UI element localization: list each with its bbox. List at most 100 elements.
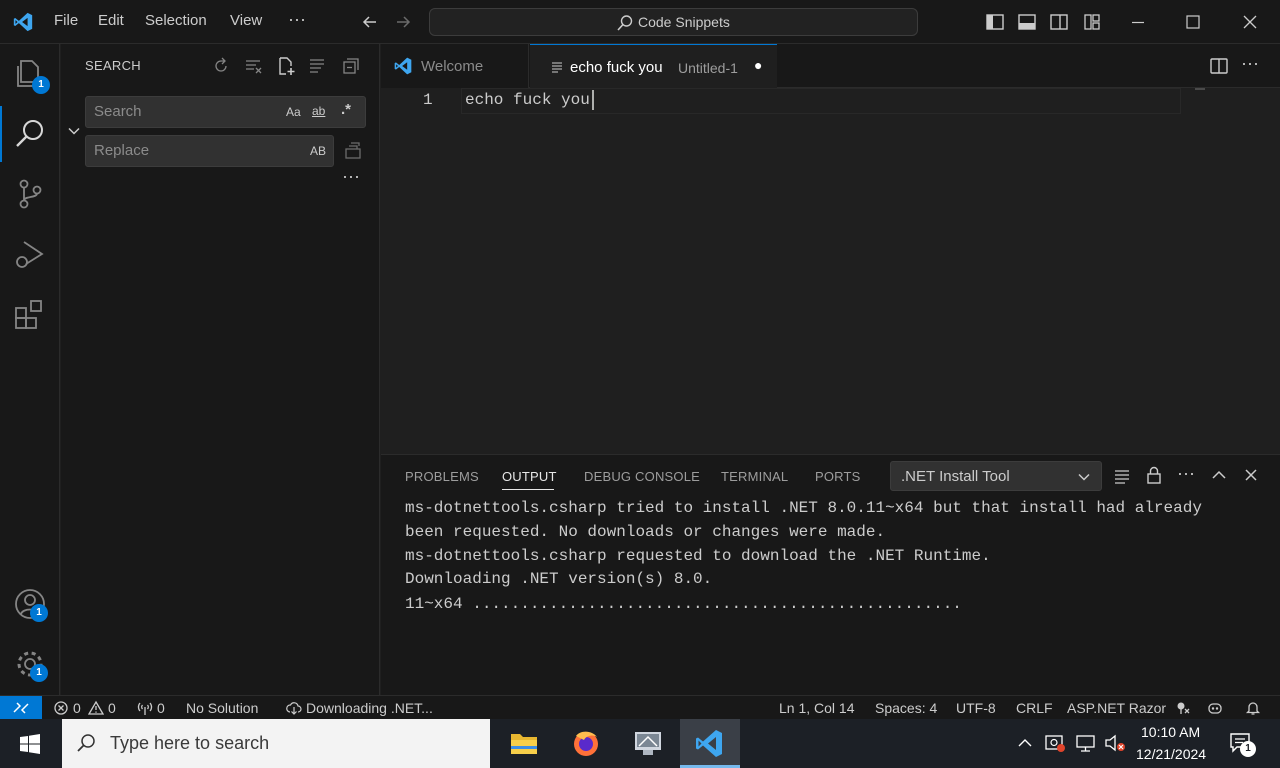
tab-problems[interactable]: PROBLEMS — [405, 469, 479, 484]
network-tray-icon[interactable] — [1075, 733, 1097, 753]
tab-debug-console[interactable]: DEBUG CONSOLE — [584, 469, 700, 484]
editor-tab-bar: Welcome echo fuck you Untitled-1 ● ··· — [381, 44, 1280, 88]
language-status-icon[interactable] — [1175, 700, 1191, 716]
indentation-status[interactable]: Spaces: 4 — [875, 700, 937, 716]
menu-file[interactable]: File — [54, 12, 78, 29]
language-mode[interactable]: ASP.NET Razor — [1067, 700, 1166, 716]
remote-desktop-app-icon[interactable] — [618, 719, 678, 768]
extensions-icon[interactable] — [12, 296, 48, 332]
copilot-icon[interactable] — [1207, 700, 1223, 716]
maximize-icon[interactable] — [1183, 12, 1203, 32]
toggle-primary-sidebar-icon[interactable] — [985, 12, 1005, 32]
explorer-badge: 1 — [32, 76, 50, 94]
toggle-replace-chevron-icon[interactable] — [67, 124, 81, 138]
output-line: 11~x64 .................................… — [405, 595, 962, 613]
menu-more[interactable]: ··· — [288, 9, 306, 30]
unsaved-dot-icon[interactable]: ● — [754, 57, 762, 73]
view-as-tree-icon[interactable] — [307, 56, 327, 76]
output-channel-value: .NET Install Tool — [901, 468, 1010, 485]
refresh-icon[interactable] — [211, 56, 231, 76]
tab-ports[interactable]: PORTS — [815, 469, 861, 484]
cloud-download-icon — [286, 701, 302, 715]
clear-output-icon[interactable] — [1113, 467, 1131, 485]
taskbar-search-box[interactable]: Type here to search — [62, 719, 490, 768]
search-view-icon[interactable] — [12, 116, 48, 152]
maximize-panel-icon[interactable] — [1211, 467, 1227, 483]
close-panel-icon[interactable] — [1243, 467, 1259, 483]
accounts-icon[interactable]: 1 — [12, 586, 48, 622]
output-line: Downloading .NET version(s) 8.0. — [405, 570, 713, 588]
toggle-search-details[interactable]: ··· — [342, 166, 360, 187]
panel-more-actions[interactable]: ··· — [1177, 463, 1195, 484]
collapse-all-icon[interactable] — [341, 56, 361, 76]
back-arrow-icon[interactable] — [360, 12, 380, 32]
replace-input[interactable] — [94, 142, 274, 159]
explorer-icon[interactable]: 1 — [12, 56, 50, 94]
menu-view[interactable]: View — [230, 12, 262, 29]
menu-selection[interactable]: Selection — [145, 12, 207, 29]
settings-gear-icon[interactable]: 1 — [12, 646, 48, 682]
search-input-box: Aa ab .* — [85, 96, 366, 128]
vscode-tab-icon — [393, 56, 413, 76]
notification-center-icon[interactable]: 1 — [1228, 731, 1256, 757]
tab-untitled-1[interactable]: echo fuck you Untitled-1 ● — [530, 44, 777, 88]
output-channel-select[interactable]: .NET Install Tool — [890, 461, 1102, 491]
new-search-editor-icon[interactable] — [276, 56, 296, 76]
forward-arrow-icon[interactable] — [393, 12, 413, 32]
remote-indicator[interactable] — [0, 696, 42, 720]
settings-badge: 1 — [30, 664, 48, 682]
menu-edit[interactable]: Edit — [98, 12, 124, 29]
command-center[interactable]: Code Snippets — [429, 8, 918, 36]
customize-layout-icon[interactable] — [1082, 12, 1102, 32]
close-icon[interactable] — [1240, 12, 1260, 32]
eol-status[interactable]: CRLF — [1016, 700, 1053, 716]
error-count[interactable]: 0 — [73, 700, 81, 716]
minimize-icon[interactable] — [1128, 12, 1148, 32]
run-debug-icon[interactable] — [12, 236, 48, 272]
notifications-bell-icon[interactable] — [1245, 700, 1261, 716]
match-case-toggle[interactable]: Aa — [286, 105, 301, 119]
notification-count-badge: 1 — [1240, 741, 1256, 757]
code-editor[interactable]: 1 echo fuck you — [381, 88, 1280, 454]
error-icon — [54, 701, 68, 715]
warning-count[interactable]: 0 — [108, 700, 116, 716]
toggle-secondary-sidebar-icon[interactable] — [1049, 12, 1069, 32]
windows-start-icon[interactable] — [20, 734, 40, 754]
editor-more-actions[interactable]: ··· — [1241, 53, 1259, 74]
lock-scroll-icon[interactable] — [1145, 466, 1163, 484]
output-line: ms-dotnettools.csharp tried to install .… — [405, 499, 1202, 517]
taskbar-date[interactable]: 12/21/2024 — [1136, 746, 1206, 762]
tab-output[interactable]: OUTPUT — [502, 469, 557, 484]
line-number: 1 — [423, 91, 433, 109]
search-icon — [76, 733, 96, 753]
solution-status[interactable]: No Solution — [186, 700, 258, 716]
toggle-panel-icon[interactable] — [1017, 12, 1037, 32]
firefox-app-icon[interactable] — [556, 719, 616, 768]
search-icon — [616, 14, 634, 32]
ports-count[interactable]: 0 — [157, 700, 165, 716]
tab-welcome[interactable]: Welcome — [381, 44, 529, 88]
split-editor-icon[interactable] — [1209, 56, 1229, 76]
file-explorer-app-icon[interactable] — [494, 719, 554, 768]
preserve-case-toggle[interactable]: AB — [310, 144, 326, 158]
cursor-position[interactable]: Ln 1, Col 14 — [779, 700, 855, 716]
encoding-status[interactable]: UTF-8 — [956, 700, 996, 716]
replace-all-icon[interactable] — [343, 141, 363, 161]
source-control-icon[interactable] — [12, 176, 48, 212]
output-line: ms-dotnettools.csharp requested to downl… — [405, 547, 991, 565]
tray-chevron-up-icon[interactable] — [1016, 734, 1034, 752]
use-regex-toggle[interactable]: .* — [341, 101, 351, 118]
accounts-badge: 1 — [30, 604, 48, 622]
volume-muted-tray-icon[interactable] — [1104, 733, 1126, 753]
tab-terminal[interactable]: TERMINAL — [721, 469, 788, 484]
vscode-app-icon[interactable] — [680, 719, 740, 768]
title-bar: File Edit Selection View ··· Code Snippe… — [0, 0, 1280, 44]
search-input[interactable] — [94, 103, 274, 120]
taskbar-time[interactable]: 10:10 AM — [1141, 724, 1200, 740]
bottom-panel: PROBLEMS OUTPUT DEBUG CONSOLE TERMINAL P… — [381, 454, 1280, 695]
security-tray-icon[interactable] — [1044, 733, 1066, 753]
match-whole-word-toggle[interactable]: ab — [312, 104, 325, 118]
code-line: echo fuck you — [465, 91, 590, 109]
clear-results-icon[interactable] — [244, 56, 264, 76]
download-status[interactable]: Downloading .NET... — [306, 700, 433, 716]
